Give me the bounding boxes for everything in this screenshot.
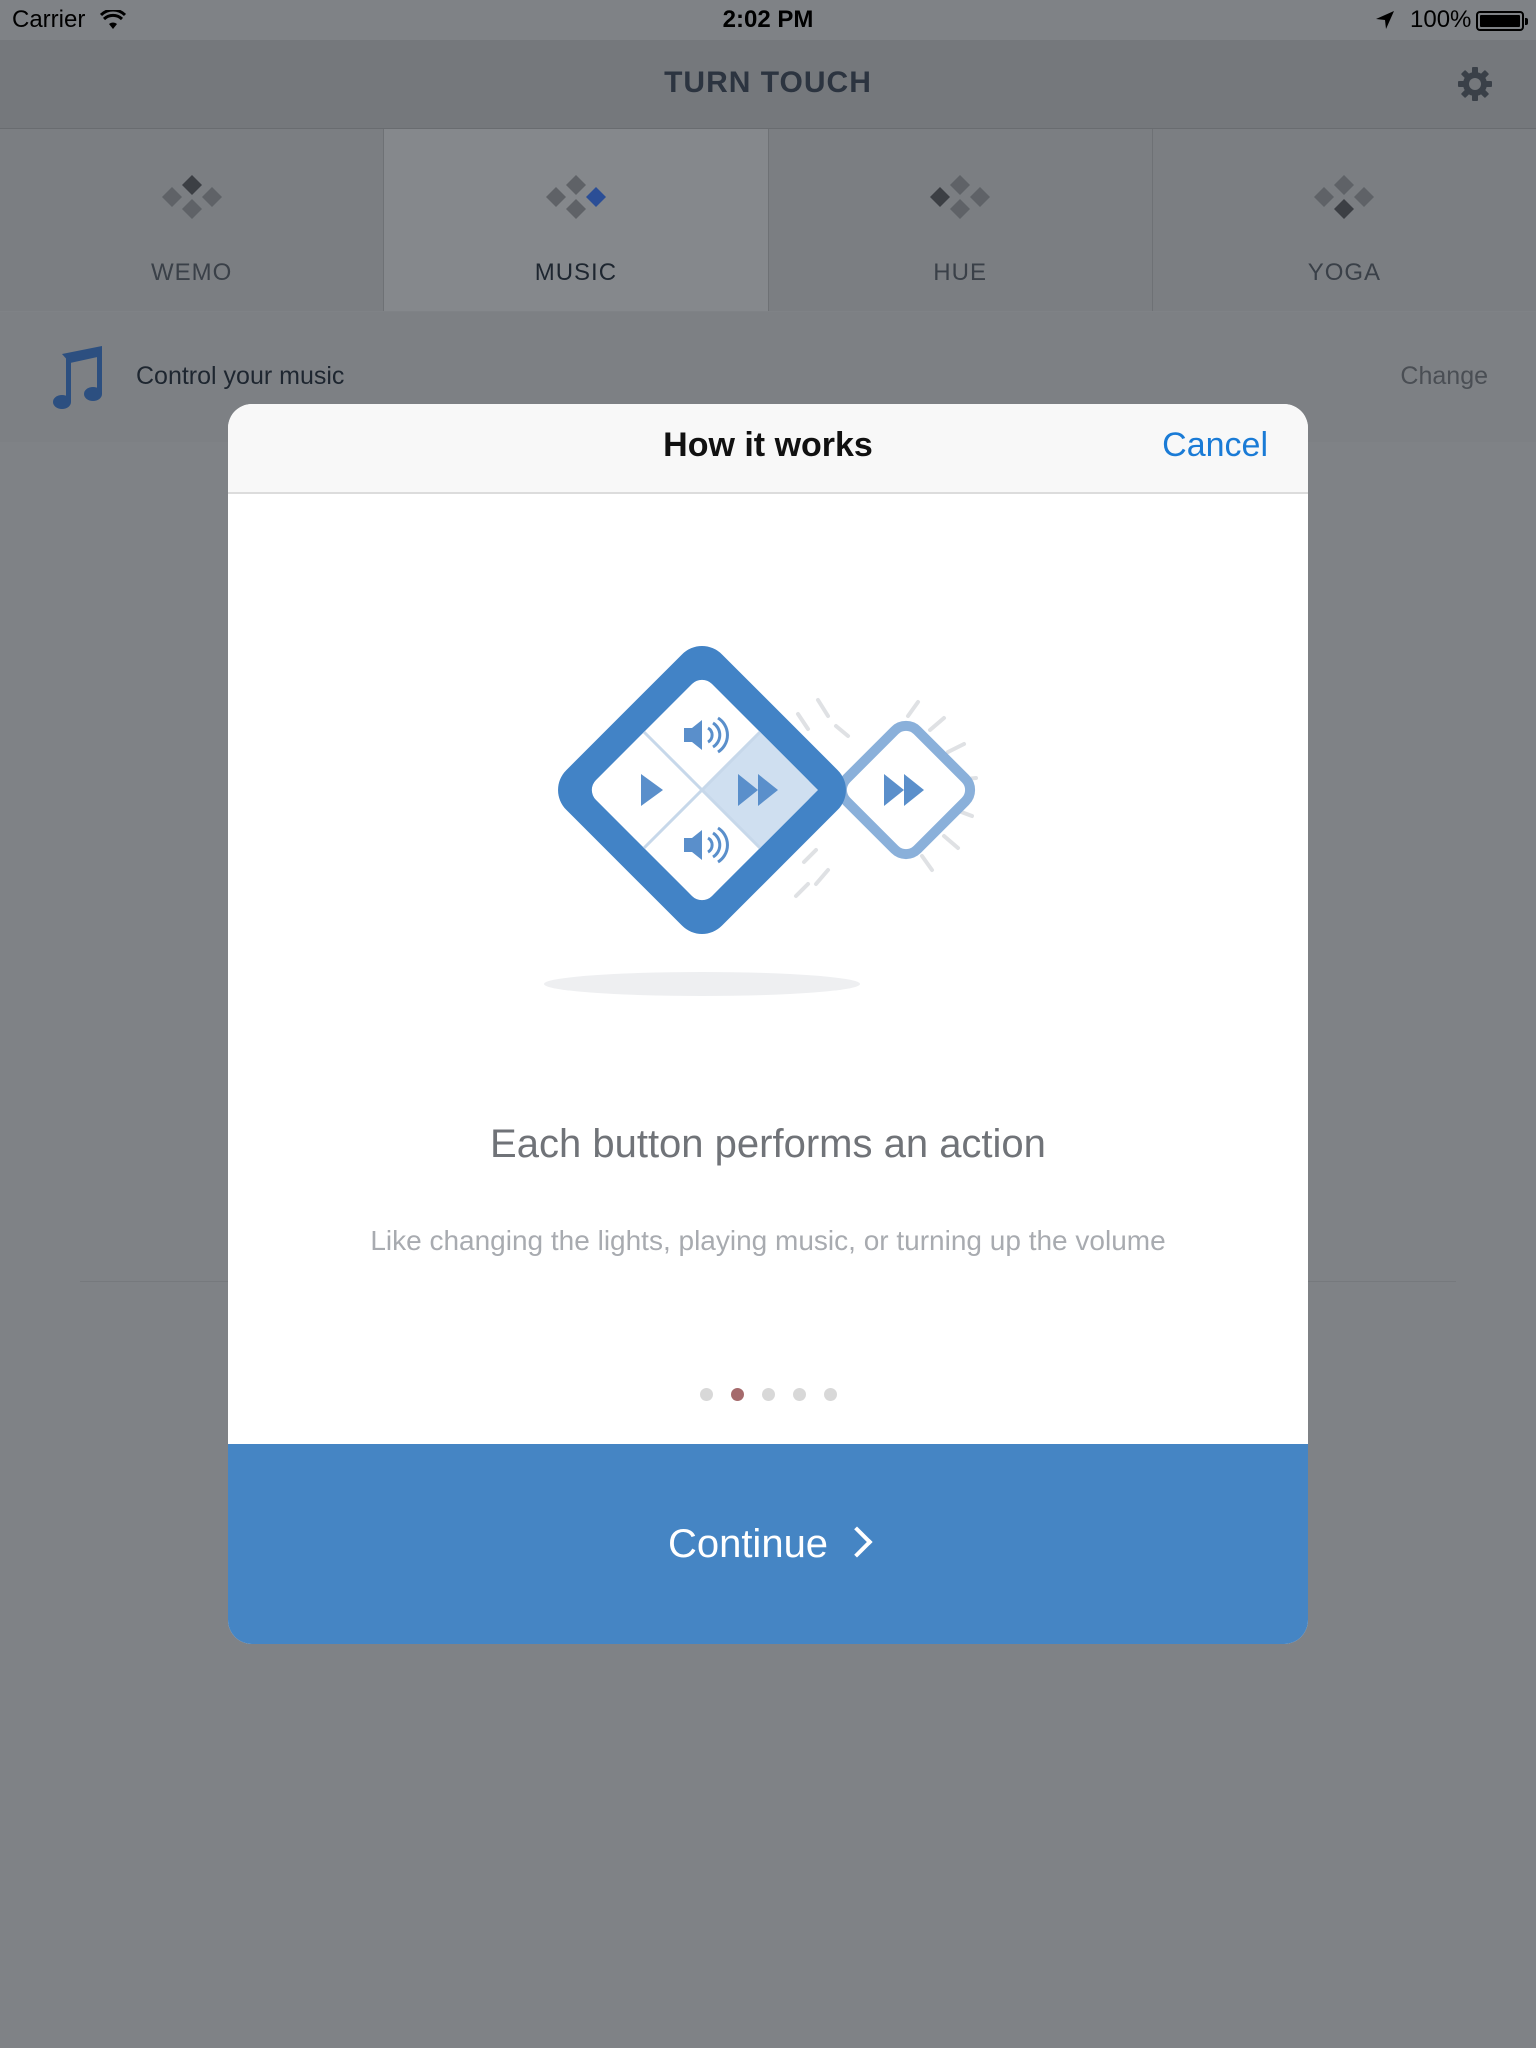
page-dot (761, 1388, 775, 1401)
change-button[interactable]: Change (1400, 362, 1488, 391)
page-dot (823, 1388, 837, 1401)
modal-header: How it works Cancel (228, 404, 1308, 494)
app-title: TURN TOUCH (664, 66, 872, 99)
modal-title: How it works (663, 426, 873, 464)
remote-diamond-icon (161, 175, 222, 219)
cancel-button[interactable]: Cancel (1162, 426, 1268, 465)
tab-label: MUSIC (534, 259, 618, 286)
continue-label: Continue (667, 1522, 829, 1566)
how-it-works-modal: How it works Cancel Each button performs… (228, 404, 1308, 1644)
mode-tabs: WEMO MUSIC HUE YOGA (0, 129, 1536, 311)
music-note-icon (53, 346, 102, 409)
page-dot (699, 1388, 713, 1401)
chevron-right-icon (841, 1526, 873, 1558)
modal-subtext: Like changing the lights, playing music,… (370, 1225, 1166, 1256)
page-dot-active (730, 1388, 744, 1401)
tab-wemo[interactable]: WEMO (0, 129, 385, 311)
page-indicator (228, 1388, 1308, 1406)
tab-music[interactable]: MUSIC (384, 129, 769, 311)
tab-yoga[interactable]: YOGA (1152, 129, 1536, 311)
status-time: 2:02 PM (722, 6, 814, 33)
modal-heading: Each button performs an action (490, 1122, 1046, 1166)
battery-percent: 100% (1410, 6, 1472, 33)
gear-icon[interactable] (1455, 64, 1495, 104)
tab-label: YOGA (1307, 259, 1382, 286)
remote-diamond-icon (930, 175, 991, 219)
battery-icon (1476, 11, 1528, 31)
status-bar: Carrier 2:02 PM 100% (0, 0, 1536, 40)
remote-diamond-icon (1314, 175, 1375, 219)
mode-description: Control your music (136, 362, 345, 390)
nav-bar: TURN TOUCH (0, 40, 1536, 129)
location-arrow-icon (1376, 11, 1394, 29)
remote-diamond-icon (545, 175, 606, 219)
tab-label: HUE (933, 259, 987, 286)
remote-illustration (544, 646, 978, 996)
tab-hue[interactable]: HUE (768, 129, 1153, 311)
page-dot (792, 1388, 806, 1401)
continue-button[interactable]: Continue (228, 1444, 1308, 1644)
tab-label: WEMO (150, 259, 233, 286)
